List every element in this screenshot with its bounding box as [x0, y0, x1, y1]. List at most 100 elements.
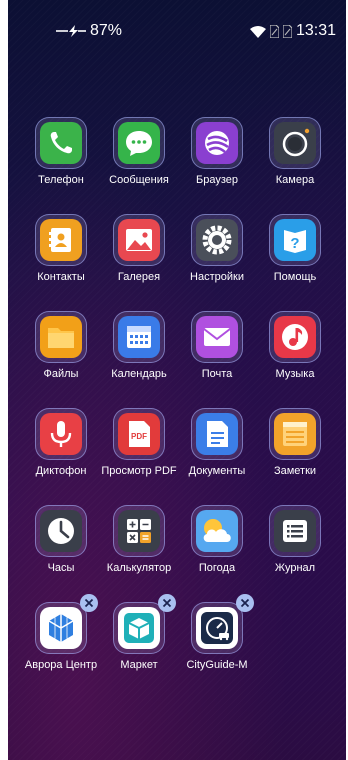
chat-bubble-icon — [118, 122, 160, 164]
icon-tile — [274, 510, 316, 552]
icon-tile: ? — [274, 219, 316, 261]
remove-badge[interactable] — [236, 594, 254, 612]
app-music[interactable]: Музыка — [256, 309, 334, 406]
app-clock[interactable]: Часы — [22, 503, 100, 600]
app-label: Погода — [198, 562, 236, 574]
app-label: Диктофон — [35, 465, 87, 477]
app-camera[interactable]: Камера — [256, 115, 334, 212]
status-bar: 87% 13:31 — [8, 0, 346, 56]
remove-badge[interactable] — [80, 594, 98, 612]
icon-frame — [191, 602, 243, 654]
calculator-icon — [118, 510, 160, 552]
notes-icon — [274, 413, 316, 455]
home-screen: 87% 13:31 Телефон Сообщения Браузер Каме… — [8, 0, 346, 760]
app-label: Заметки — [273, 465, 317, 477]
icon-frame — [191, 117, 243, 169]
icon-tile — [196, 219, 238, 261]
app-journal[interactable]: Журнал — [256, 503, 334, 600]
app-calendar[interactable]: Календарь — [100, 309, 178, 406]
app-label: Галерея — [117, 271, 161, 283]
sim-card-icon — [269, 23, 280, 39]
picture-icon — [118, 219, 160, 261]
icon-tile — [118, 219, 160, 261]
icon-frame — [35, 602, 87, 654]
app-calculator[interactable]: Калькулятор — [100, 503, 178, 600]
folder-icon — [40, 316, 82, 358]
app-label: Маркет — [120, 659, 158, 671]
app-mail[interactable]: Почта — [178, 309, 256, 406]
wifi-icon — [249, 25, 266, 38]
app-label: CityGuide-M — [186, 659, 248, 671]
app-documents[interactable]: Документы — [178, 406, 256, 503]
icon-frame — [35, 408, 87, 460]
question-icon: ? — [274, 219, 316, 261]
icon-frame — [35, 117, 87, 169]
app-grid: Телефон Сообщения Браузер Камера Контакт… — [22, 115, 334, 697]
app-label: Файлы — [43, 368, 79, 380]
camera-icon — [274, 122, 316, 164]
app-label: Настройки — [190, 271, 244, 283]
icon-frame — [191, 214, 243, 266]
envelope-icon — [196, 316, 238, 358]
app-label: Календарь — [111, 368, 167, 380]
icon-tile — [274, 316, 316, 358]
icon-frame — [269, 117, 321, 169]
icon-tile: PDF — [118, 413, 160, 455]
icon-frame — [269, 311, 321, 363]
app-settings[interactable]: Настройки — [178, 212, 256, 309]
icon-tile — [40, 219, 82, 261]
icon-frame — [269, 505, 321, 557]
app-messages[interactable]: Сообщения — [100, 115, 178, 212]
music-note-icon — [274, 316, 316, 358]
app-label: Браузер — [196, 174, 238, 186]
icon-tile — [196, 510, 238, 552]
icon-frame: PDF — [113, 408, 165, 460]
app-contacts[interactable]: Контакты — [22, 212, 100, 309]
app-phone[interactable]: Телефон — [22, 115, 100, 212]
app-label: Музыка — [275, 368, 315, 380]
phone-icon — [40, 122, 82, 164]
app-label: Калькулятор — [106, 562, 172, 574]
icon-frame — [35, 505, 87, 557]
svg-text:?: ? — [290, 235, 299, 252]
pdf-document-icon: PDF — [118, 413, 160, 455]
app-pdf-viewer[interactable]: PDF Просмотр PDF — [100, 406, 178, 503]
app-weather[interactable]: Погода — [178, 503, 256, 600]
icon-frame — [191, 505, 243, 557]
app-label: Документы — [188, 465, 246, 477]
close-icon — [162, 598, 172, 608]
app-market[interactable]: Маркет — [100, 594, 178, 697]
icon-tile — [196, 316, 238, 358]
icon-frame — [191, 311, 243, 363]
document-icon — [196, 413, 238, 455]
svg-text:PDF: PDF — [131, 432, 147, 441]
icon-tile — [196, 122, 238, 164]
app-help[interactable]: ? Помощь — [256, 212, 334, 309]
icon-frame — [113, 311, 165, 363]
navigator-icon — [196, 607, 238, 649]
icon-tile — [118, 122, 160, 164]
app-browser[interactable]: Браузер — [178, 115, 256, 212]
remove-badge[interactable] — [158, 594, 176, 612]
app-gallery[interactable]: Галерея — [100, 212, 178, 309]
app-files[interactable]: Файлы — [22, 309, 100, 406]
clock-icon — [40, 510, 82, 552]
icon-tile — [118, 510, 160, 552]
app-label: Журнал — [274, 562, 316, 574]
list-icon — [274, 510, 316, 552]
icon-tile — [40, 607, 82, 649]
status-left: 87% — [56, 22, 122, 40]
app-notes[interactable]: Заметки — [256, 406, 334, 503]
charging-icon — [56, 24, 86, 38]
microphone-icon — [40, 413, 82, 455]
box-icon — [118, 607, 160, 649]
app-recorder[interactable]: Диктофон — [22, 406, 100, 503]
icon-tile — [40, 316, 82, 358]
icon-tile — [274, 122, 316, 164]
app-cityguide[interactable]: CityGuide-M — [178, 594, 256, 697]
icon-tile — [40, 122, 82, 164]
icon-frame: ? — [269, 214, 321, 266]
app-aurora-center[interactable]: Аврора Центр — [22, 594, 100, 697]
battery-percent: 87% — [90, 22, 123, 39]
app-label: Аврора Центр — [24, 659, 98, 671]
